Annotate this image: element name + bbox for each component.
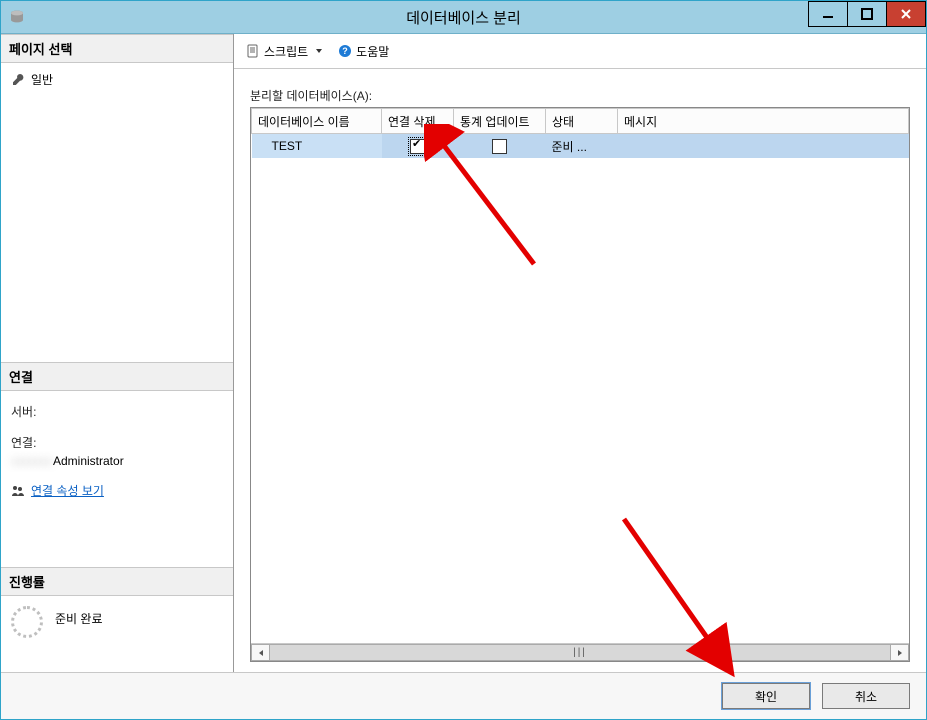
script-label: 스크립트 (264, 43, 308, 60)
ok-button[interactable]: 확인 (722, 683, 810, 709)
page-general-label: 일반 (31, 71, 53, 88)
cell-update-stats[interactable] (454, 134, 546, 159)
progress-ring-icon (11, 606, 43, 638)
scroll-thumb[interactable]: ||| (573, 647, 587, 658)
script-button[interactable]: 스크립트 (242, 41, 330, 62)
window-buttons (809, 1, 926, 25)
help-button[interactable]: ? 도움말 (334, 41, 393, 62)
col-message[interactable]: 메시지 (618, 109, 909, 134)
databases-to-detach-label: 분리할 데이터베이스(A): (250, 87, 910, 104)
help-icon: ? (338, 44, 352, 58)
connection-label: 연결: (11, 434, 223, 451)
view-conn-props-row[interactable]: 연결 속성 보기 (11, 482, 223, 499)
connection-value: xxxxxxxAdministrator (11, 454, 223, 468)
progress-header: 진행률 (1, 567, 233, 596)
col-db-name[interactable]: 데이터베이스 이름 (252, 109, 382, 134)
col-status[interactable]: 상태 (546, 109, 618, 134)
people-icon (11, 484, 25, 498)
horizontal-scrollbar[interactable]: ||| (251, 643, 909, 661)
drop-conn-checkbox[interactable]: ✔ (410, 139, 425, 154)
cell-status: 준비 ... (546, 134, 618, 159)
cell-drop-conn[interactable]: ✔ (382, 134, 454, 159)
update-stats-checkbox[interactable] (492, 139, 507, 154)
databases-grid[interactable]: 데이터베이스 이름 연결 삭제 통계 업데이트 상태 메시지 TEST (250, 107, 910, 662)
help-label: 도움말 (356, 43, 389, 60)
server-label: 서버: (11, 403, 223, 420)
view-conn-props-link[interactable]: 연결 속성 보기 (31, 482, 104, 499)
script-icon (246, 44, 260, 58)
progress-status: 준비 완료 (55, 604, 103, 627)
grid-header-row: 데이터베이스 이름 연결 삭제 통계 업데이트 상태 메시지 (252, 109, 909, 134)
right-panel: 스크립트 ? 도움말 분리할 데이터베이스(A): (234, 34, 926, 672)
cancel-button[interactable]: 취소 (822, 683, 910, 709)
col-update-stats[interactable]: 통계 업데이트 (454, 109, 546, 134)
titlebar[interactable]: 데이터베이스 분리 (1, 1, 926, 34)
minimize-button[interactable] (808, 1, 848, 27)
cell-db-name[interactable]: TEST (252, 134, 382, 159)
dropdown-icon (312, 44, 326, 58)
left-panel: 페이지 선택 일반 연결 서버: 연결: xxxxxxxAdministrato… (1, 34, 234, 672)
close-button[interactable] (886, 1, 926, 27)
page-select-header: 페이지 선택 (1, 34, 233, 63)
connection-header: 연결 (1, 362, 233, 391)
col-drop-conn[interactable]: 연결 삭제 (382, 109, 454, 134)
app-icon (7, 7, 27, 27)
cell-message (618, 134, 909, 159)
scroll-right-button[interactable] (890, 644, 909, 661)
toolbar: 스크립트 ? 도움말 (234, 34, 926, 69)
page-general-item[interactable]: 일반 (11, 71, 223, 88)
scroll-track[interactable]: ||| (270, 644, 890, 661)
maximize-button[interactable] (847, 1, 887, 27)
svg-text:?: ? (342, 46, 348, 56)
detach-database-dialog: 데이터베이스 분리 페이지 선택 일반 (0, 0, 927, 720)
wrench-icon (11, 73, 25, 87)
scroll-left-button[interactable] (251, 644, 270, 661)
window-title: 데이터베이스 분리 (1, 7, 926, 28)
dialog-footer: 확인 취소 (1, 672, 926, 719)
table-row[interactable]: TEST ✔ 준비 ... (252, 134, 909, 159)
